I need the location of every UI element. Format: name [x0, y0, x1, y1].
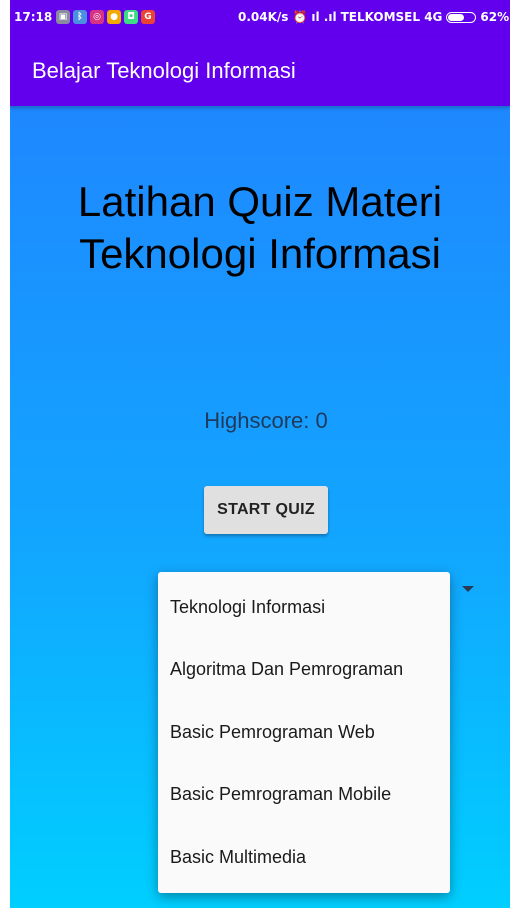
start-quiz-button[interactable]: START QUIZ — [204, 486, 328, 534]
page-title-line2: Teknologi Informasi — [79, 230, 441, 277]
notification-icons: ▣ ᛒ ◎ ● ◘ G — [56, 10, 155, 24]
battery-percent: 62% — [480, 10, 510, 24]
status-right: 0.04K/s ⏰ ıl .ıl TELKOMSEL 4G 62% — [238, 10, 509, 24]
highscore-label: Highscore: 0 — [204, 408, 328, 433]
phone-screen: 17:18 ▣ ᛒ ◎ ● ◘ G 0.04K/s ⏰ ıl .ıl TELKO… — [10, 0, 510, 908]
dropdown-item[interactable]: Basic Pemrograman Web — [158, 701, 450, 764]
carrier-label: TELKOMSEL 4G — [340, 10, 443, 24]
spinner-dropdown-arrow-icon[interactable] — [462, 586, 474, 592]
page-title: Latihan Quiz Materi Teknologi Informasi — [10, 176, 510, 280]
network-speed: 0.04K/s — [238, 10, 289, 24]
android-icon: ◘ — [124, 10, 138, 24]
bluetooth-icon: ᛒ — [73, 10, 87, 24]
dropdown-item[interactable]: Algoritma Dan Pemrograman — [158, 639, 450, 702]
app-title: Belajar Teknologi Informasi — [32, 58, 296, 83]
app-bar: Belajar Teknologi Informasi — [10, 36, 510, 106]
page-title-line1: Latihan Quiz Materi — [77, 178, 443, 225]
battery-fill — [448, 13, 464, 21]
category-dropdown-menu: Teknologi Informasi Algoritma Dan Pemrog… — [158, 572, 450, 893]
app-icon: ● — [107, 10, 121, 24]
google-icon: G — [141, 10, 155, 24]
dropdown-item[interactable]: Basic Multimedia — [158, 826, 450, 889]
signal-icon: ıl .ıl — [311, 10, 337, 24]
dropdown-item[interactable]: Basic Pemrograman Mobile — [158, 764, 450, 827]
gallery-icon: ▣ — [56, 10, 70, 24]
main-content: Latihan Quiz Materi Teknologi Informasi … — [10, 106, 510, 908]
dropdown-item[interactable]: Teknologi Informasi — [158, 576, 450, 639]
alarm-icon: ⏰ — [292, 10, 308, 24]
battery-icon — [446, 11, 477, 23]
instagram-icon: ◎ — [90, 10, 104, 24]
status-bar: 17:18 ▣ ᛒ ◎ ● ◘ G 0.04K/s ⏰ ıl .ıl TELKO… — [10, 0, 510, 36]
status-time: 17:18 — [14, 10, 53, 24]
